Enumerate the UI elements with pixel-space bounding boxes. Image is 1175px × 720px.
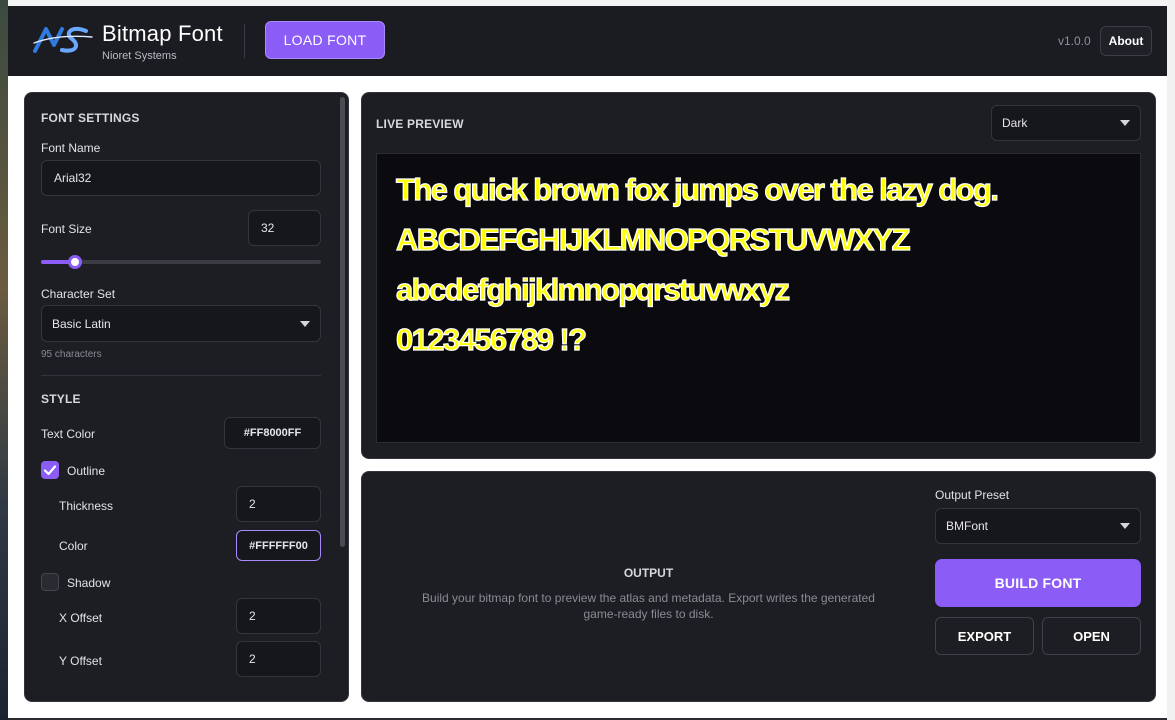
version-label: v1.0.0 bbox=[1058, 34, 1091, 48]
output-preset-select[interactable]: BMFont bbox=[935, 508, 1141, 544]
preview-canvas: The quick brown fox jumps over the lazy … bbox=[376, 153, 1141, 443]
app-window: Bitmap Font Nioret Systems LOAD FONT v1.… bbox=[8, 6, 1167, 718]
chevron-down-icon bbox=[300, 320, 310, 327]
brand-title: Bitmap Font bbox=[102, 21, 223, 46]
section-divider bbox=[41, 375, 321, 376]
output-description: Build your bitmap font to preview the at… bbox=[422, 591, 875, 621]
preview-theme-value: Dark bbox=[1002, 116, 1028, 130]
font-size-slider-thumb[interactable] bbox=[67, 255, 82, 269]
charset-select-value: Basic Latin bbox=[52, 316, 111, 331]
x-offset-label: X Offset bbox=[59, 611, 103, 625]
shadow-checkbox[interactable] bbox=[41, 573, 59, 591]
output-preset-value: BMFont bbox=[946, 519, 989, 533]
preview-panel: LIVE PREVIEW Dark The quick brown fox ju… bbox=[361, 92, 1156, 459]
desktop-background-left bbox=[0, 0, 8, 720]
ns-logo-icon bbox=[33, 26, 93, 53]
thickness-label: Thickness bbox=[59, 499, 114, 513]
text-color-field[interactable]: #FF8000FF bbox=[224, 417, 321, 449]
open-button[interactable]: OPEN bbox=[1042, 617, 1141, 655]
app-header: Bitmap Font Nioret Systems LOAD FONT v1.… bbox=[8, 6, 1167, 76]
chevron-down-icon bbox=[1120, 523, 1130, 529]
font-size-slider[interactable] bbox=[41, 255, 321, 269]
live-preview-title: LIVE PREVIEW bbox=[376, 117, 464, 131]
preview-line-lowercase: abcdefghijklmnopqrstuvwxyz bbox=[395, 271, 790, 307]
checkmark-icon bbox=[43, 465, 57, 476]
output-preset-label: Output Preset bbox=[935, 488, 1010, 502]
thickness-input[interactable]: 2 bbox=[236, 486, 321, 522]
output-panel: OUTPUT Build your bitmap font to preview… bbox=[361, 471, 1156, 702]
header-divider bbox=[244, 24, 245, 58]
font-size-label: Font Size bbox=[41, 222, 92, 236]
y-offset-input[interactable]: 2 bbox=[236, 641, 321, 677]
charset-count: 95 characters bbox=[41, 349, 102, 360]
font-settings-title: FONT SETTINGS bbox=[41, 111, 140, 125]
outline-color-label: Color bbox=[59, 539, 88, 553]
style-title: STYLE bbox=[41, 392, 81, 406]
about-button[interactable]: About bbox=[1100, 26, 1152, 56]
outline-label: Outline bbox=[67, 464, 106, 478]
charset-select[interactable]: Basic Latin bbox=[41, 305, 321, 342]
preview-line-digits: 0123456789 !? bbox=[395, 321, 587, 357]
load-font-button[interactable]: LOAD FONT bbox=[265, 21, 385, 59]
outline-color-field[interactable]: #FFFFFF00 bbox=[236, 530, 321, 561]
text-color-label: Text Color bbox=[41, 427, 96, 441]
brand-subtitle: Nioret Systems bbox=[102, 50, 177, 62]
font-name-label: Font Name bbox=[41, 141, 101, 155]
settings-panel: FONT SETTINGS Font Name Arial32 Font Siz… bbox=[24, 92, 349, 702]
preview-theme-select[interactable]: Dark bbox=[991, 105, 1141, 141]
x-offset-input[interactable]: 2 bbox=[236, 598, 321, 634]
font-name-input[interactable]: Arial32 bbox=[41, 160, 321, 196]
charset-label: Character Set bbox=[41, 287, 116, 301]
font-size-input[interactable]: 32 bbox=[248, 210, 321, 246]
output-title: OUTPUT bbox=[623, 566, 674, 580]
shadow-label: Shadow bbox=[67, 576, 111, 590]
desktop-background-right bbox=[1167, 0, 1175, 720]
settings-scrollbar[interactable] bbox=[340, 97, 345, 547]
chevron-down-icon bbox=[1120, 120, 1130, 126]
preview-line-sentence: The quick brown fox jumps over the lazy … bbox=[395, 171, 999, 207]
build-font-button[interactable]: BUILD FONT bbox=[935, 559, 1141, 607]
preview-line-uppercase: ABCDEFGHIJKLMNOPQRSTUVWXYZ bbox=[395, 221, 911, 257]
y-offset-label: Y Offset bbox=[59, 654, 102, 668]
export-button[interactable]: EXPORT bbox=[935, 617, 1034, 655]
outline-checkbox[interactable] bbox=[41, 461, 59, 479]
